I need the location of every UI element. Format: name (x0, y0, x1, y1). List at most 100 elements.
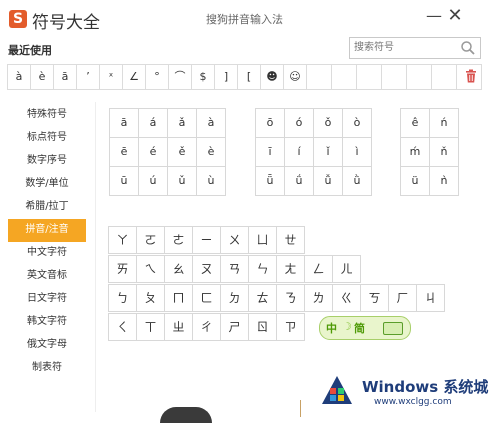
symbol-cell[interactable]: ㄝ (276, 226, 305, 254)
keyboard-icon[interactable] (383, 322, 403, 335)
symbol-cell[interactable]: ㄞ (108, 255, 137, 283)
recent-symbol[interactable]: à (7, 64, 31, 90)
symbol-cell[interactable]: ㄥ (304, 255, 333, 283)
symbol-cell[interactable]: ㄚ (108, 226, 137, 254)
symbol-cell[interactable]: ㄒ (136, 313, 165, 341)
recent-symbol[interactable]: [ (237, 64, 261, 90)
symbol-cell[interactable]: ㄓ (164, 313, 193, 341)
symbol-cell[interactable]: ē (110, 138, 139, 167)
category-greek-latin[interactable]: 希腊/拉丁 (8, 196, 86, 219)
symbol-cell[interactable]: ó (285, 109, 314, 138)
recent-symbol-empty[interactable] (431, 64, 457, 90)
symbol-cell[interactable]: ㄤ (276, 255, 305, 283)
recent-symbol[interactable]: ] (214, 64, 238, 90)
symbol-cell[interactable]: ㄠ (164, 255, 193, 283)
symbol-cell[interactable]: ǚ (314, 167, 343, 196)
symbol-cell[interactable]: ㄡ (192, 255, 221, 283)
symbol-cell[interactable]: ㄈ (192, 284, 221, 312)
symbol-cell[interactable]: ㄏ (388, 284, 417, 312)
category-chinese[interactable]: 中文字符 (8, 242, 86, 265)
symbol-cell[interactable]: ㄑ (108, 313, 137, 341)
recent-symbol-empty[interactable] (381, 64, 407, 90)
ime-mode-indicator[interactable]: 简 (354, 320, 365, 336)
symbol-cell[interactable]: ㄧ (192, 226, 221, 254)
symbol-cell[interactable]: ā (110, 109, 139, 138)
symbol-cell[interactable]: á (139, 109, 168, 138)
symbol-cell[interactable]: ㄆ (136, 284, 165, 312)
ime-status-bar[interactable]: 中 ☽ 简 (319, 316, 411, 340)
recent-symbol-empty[interactable] (406, 64, 432, 90)
symbol-cell[interactable]: à (197, 109, 226, 138)
recent-symbol[interactable]: ° (145, 64, 169, 90)
symbol-cell[interactable]: ㄋ (276, 284, 305, 312)
symbol-cell[interactable]: ㄍ (332, 284, 361, 312)
symbol-cell[interactable]: é (139, 138, 168, 167)
symbol-cell[interactable]: ㄊ (248, 284, 277, 312)
symbol-cell[interactable]: ㄅ (108, 284, 137, 312)
recent-symbol[interactable]: ☺ (283, 64, 307, 90)
symbol-cell[interactable]: ú (139, 167, 168, 196)
category-japanese[interactable]: 日文字符 (8, 288, 86, 311)
recent-symbol[interactable]: $ (191, 64, 215, 90)
category-punctuation[interactable]: 标点符号 (8, 127, 86, 150)
symbol-cell[interactable]: ㄖ (248, 313, 277, 341)
category-numbering[interactable]: 数字序号 (8, 150, 86, 173)
symbol-cell[interactable]: ㄐ (416, 284, 445, 312)
category-pinyin-zhuyin[interactable]: 拼音/注音 (8, 219, 86, 242)
symbol-cell[interactable]: ㄉ (220, 284, 249, 312)
symbol-cell[interactable]: ǜ (343, 167, 372, 196)
symbol-cell[interactable]: ㄨ (220, 226, 249, 254)
symbol-cell[interactable]: ǔ (168, 167, 197, 196)
symbol-cell[interactable]: ㄢ (220, 255, 249, 283)
close-button[interactable]: ✕ (445, 5, 465, 27)
category-math-unit[interactable]: 数学/单位 (8, 173, 86, 196)
symbol-cell[interactable]: ㄕ (220, 313, 249, 341)
symbol-cell[interactable]: ḿ (401, 138, 430, 167)
symbol-cell[interactable]: ㄛ (136, 226, 165, 254)
moon-icon[interactable]: ☽ (342, 320, 352, 333)
symbol-cell[interactable]: ㄌ (304, 284, 333, 312)
symbol-cell[interactable]: ǎ (168, 109, 197, 138)
symbol-cell[interactable]: í (285, 138, 314, 167)
symbol-cell[interactable]: ㄜ (164, 226, 193, 254)
symbol-cell[interactable]: ū (110, 167, 139, 196)
symbol-cell[interactable]: ㄩ (248, 226, 277, 254)
symbol-cell[interactable]: ǹ (430, 167, 459, 196)
recent-symbol-empty[interactable] (306, 64, 332, 90)
minimize-button[interactable]: — (424, 5, 444, 27)
symbol-cell[interactable]: ㄇ (164, 284, 193, 312)
symbol-cell[interactable]: ü (401, 167, 430, 196)
symbol-cell[interactable]: ㄣ (248, 255, 277, 283)
recent-symbol[interactable]: ā (53, 64, 77, 90)
recent-symbol-empty[interactable] (331, 64, 357, 90)
symbol-cell[interactable]: ㄟ (136, 255, 165, 283)
symbol-cell[interactable]: ě (168, 138, 197, 167)
category-special[interactable]: 特殊符号 (8, 104, 86, 127)
symbol-cell[interactable]: ǘ (285, 167, 314, 196)
symbol-cell[interactable]: ī (256, 138, 285, 167)
recent-symbol[interactable]: ☻ (260, 64, 284, 90)
category-russian[interactable]: 俄文字母 (8, 334, 86, 357)
trash-icon[interactable] (465, 69, 477, 83)
symbol-cell[interactable]: ō (256, 109, 285, 138)
search-input[interactable] (352, 39, 456, 55)
symbol-cell[interactable]: ǒ (314, 109, 343, 138)
symbol-cell[interactable]: ǐ (314, 138, 343, 167)
recent-symbol[interactable]: ˣ (99, 64, 123, 90)
recent-symbol[interactable]: ∠ (122, 64, 146, 90)
symbol-cell[interactable]: ㄦ (332, 255, 361, 283)
category-box-drawing[interactable]: 制表符 (8, 357, 86, 380)
symbol-cell[interactable]: ù (197, 167, 226, 196)
recent-symbol[interactable]: ’ (76, 64, 100, 90)
symbol-cell[interactable]: ㄗ (276, 313, 305, 341)
category-phonetic[interactable]: 英文音标 (8, 265, 86, 288)
recent-symbol[interactable]: ⌒ (168, 64, 192, 90)
symbol-cell[interactable]: ê (401, 109, 430, 138)
symbol-cell[interactable]: ň (430, 138, 459, 167)
recent-symbol[interactable]: è (30, 64, 54, 90)
ime-language-indicator[interactable]: 中 (326, 320, 337, 336)
recent-symbol-empty[interactable] (356, 64, 382, 90)
category-korean[interactable]: 韩文字符 (8, 311, 86, 334)
symbol-cell[interactable]: ì (343, 138, 372, 167)
symbol-cell[interactable]: ń (430, 109, 459, 138)
